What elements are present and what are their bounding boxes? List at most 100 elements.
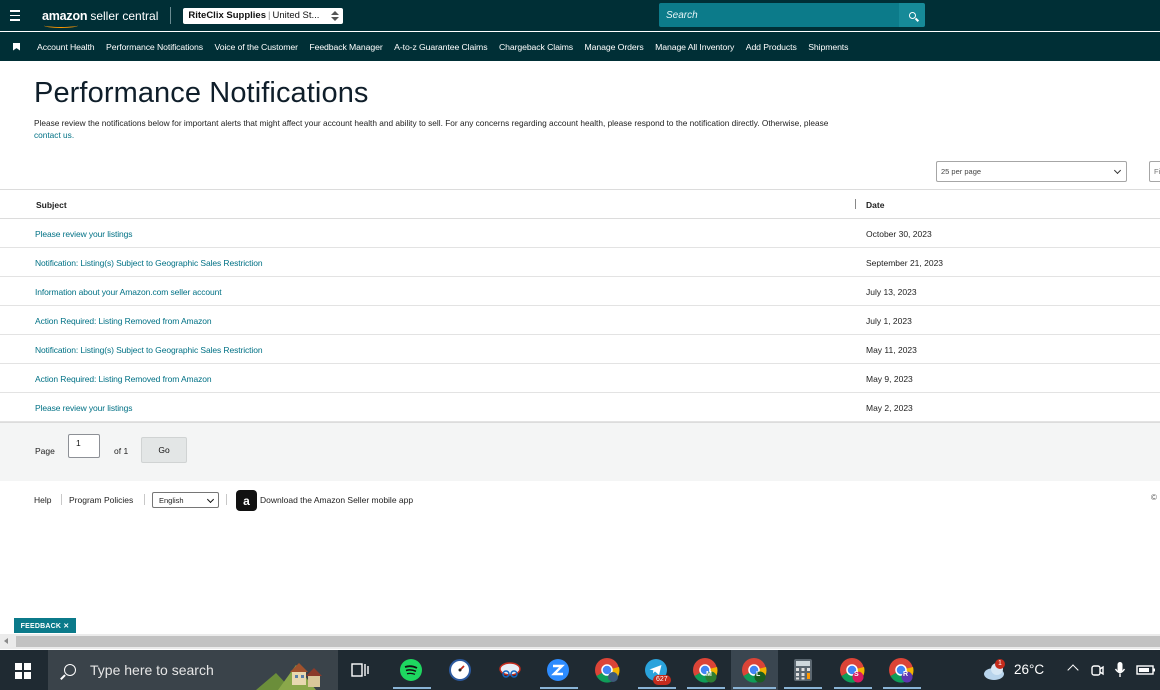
active-app-indicator xyxy=(883,687,921,689)
page-count-label: of 1 xyxy=(114,446,129,456)
notification-subject-link[interactable]: Information about your Amazon.com seller… xyxy=(35,287,222,297)
snipping-tool-icon[interactable] xyxy=(496,656,524,684)
notification-date: May 9, 2023 xyxy=(866,374,913,384)
filter-input[interactable]: Fi xyxy=(1149,161,1160,182)
up-down-arrows-icon xyxy=(331,10,340,22)
zoom-app-icon[interactable] xyxy=(544,656,572,684)
scroll-left-arrow-icon[interactable] xyxy=(4,638,8,644)
active-app-indicator xyxy=(784,687,822,689)
nav-shipments[interactable]: Shipments xyxy=(808,42,848,52)
column-header-date[interactable]: Date xyxy=(866,200,884,210)
column-divider xyxy=(855,199,856,209)
task-view-icon[interactable] xyxy=(346,656,374,684)
unread-count-badge: 627 xyxy=(653,675,671,685)
amazon-app-icon[interactable]: a xyxy=(236,490,257,511)
table-row: Please review your listings October 30, … xyxy=(0,219,1160,248)
notification-subject-link[interactable]: Please review your listings xyxy=(35,229,133,239)
nav-performance-notifications[interactable]: Performance Notifications xyxy=(106,42,203,52)
stopwatch-app-icon[interactable] xyxy=(446,656,474,684)
nav-voice-of-customer[interactable]: Voice of the Customer xyxy=(215,42,298,52)
battery-icon[interactable] xyxy=(1134,656,1158,684)
nav-manage-orders[interactable]: Manage Orders xyxy=(585,42,644,52)
notification-date: May 2, 2023 xyxy=(866,403,913,413)
profile-letter: L xyxy=(756,671,761,678)
footer-divider xyxy=(226,494,227,505)
per-page-select[interactable]: 25 per page xyxy=(936,161,1127,182)
nav-chargeback-claims[interactable]: Chargeback Claims xyxy=(499,42,573,52)
horizontal-scrollbar[interactable] xyxy=(0,634,1160,649)
telegram-icon[interactable]: 627 xyxy=(642,656,671,685)
profile-letter: M xyxy=(706,671,712,678)
bookmark-nav-bar: Account Health Performance Notifications… xyxy=(0,32,1160,61)
calculator-icon[interactable] xyxy=(789,656,817,684)
notification-date: July 13, 2023 xyxy=(866,287,917,297)
temperature-readout[interactable]: 26°C xyxy=(1014,662,1044,677)
footer-divider xyxy=(144,494,145,505)
seller-central-logo[interactable]: amazon seller central xyxy=(42,9,158,28)
search-button[interactable] xyxy=(899,3,925,27)
account-switcher[interactable]: RiteClix Supplies | United St... xyxy=(183,7,344,24)
active-app-indicator xyxy=(687,687,725,689)
chrome-profile-m-icon[interactable]: M xyxy=(691,656,719,684)
active-app-indicator xyxy=(834,687,872,689)
chevron-down-icon xyxy=(1113,166,1122,175)
notification-subject-link[interactable]: Please review your listings xyxy=(35,403,133,413)
table-row: Action Required: Listing Removed from Am… xyxy=(0,364,1160,393)
profile-letter: R xyxy=(903,671,909,678)
copyright-text: © xyxy=(1151,493,1157,502)
profile-letter: S xyxy=(854,671,859,678)
help-link[interactable]: Help xyxy=(34,495,51,505)
hamburger-menu-icon[interactable] xyxy=(0,0,30,31)
show-hidden-icons-chevron-icon[interactable] xyxy=(1067,664,1079,676)
nav-add-products[interactable]: Add Products xyxy=(746,42,797,52)
microphone-icon[interactable] xyxy=(1110,656,1130,684)
chevron-down-icon xyxy=(206,495,215,504)
village-illustration-icon xyxy=(256,663,322,690)
taskbar-search-input[interactable]: Type here to search xyxy=(48,650,338,690)
windows-start-icon[interactable] xyxy=(15,663,31,679)
page-description: Please review the notifications below fo… xyxy=(34,118,829,140)
nav-a-to-z-claims[interactable]: A-to-z Guarantee Claims xyxy=(394,42,487,52)
feedback-button[interactable]: FEEDBACK ✕ xyxy=(14,618,76,633)
table-row: Information about your Amazon.com seller… xyxy=(0,277,1160,306)
notification-subject-link[interactable]: Action Required: Listing Removed from Am… xyxy=(35,374,212,384)
search-input[interactable]: Search xyxy=(659,3,899,27)
meet-now-icon[interactable] xyxy=(1087,656,1107,684)
amazon-smile-icon xyxy=(44,23,78,28)
program-policies-link[interactable]: Program Policies xyxy=(69,495,133,505)
bookmark-icon[interactable] xyxy=(13,42,20,51)
scrollbar-thumb[interactable] xyxy=(16,636,1160,647)
language-select[interactable]: English xyxy=(152,492,219,508)
table-row: Notification: Listing(s) Subject to Geog… xyxy=(0,335,1160,364)
page-footer: Help Program Policies English a Download… xyxy=(0,481,1160,517)
active-app-indicator xyxy=(393,687,431,689)
nav-manage-inventory[interactable]: Manage All Inventory xyxy=(655,42,734,52)
active-app-indicator xyxy=(540,687,578,689)
notification-date: July 1, 2023 xyxy=(866,316,912,326)
chrome-profile-s-icon[interactable]: S xyxy=(838,656,866,684)
download-app-link[interactable]: Download the Amazon Seller mobile app xyxy=(260,495,413,505)
spotify-icon[interactable] xyxy=(397,656,425,684)
chrome-icon[interactable] xyxy=(593,656,621,684)
nav-feedback-manager[interactable]: Feedback Manager xyxy=(309,42,382,52)
top-bar: amazon seller central RiteClix Supplies … xyxy=(0,0,1160,31)
page-number-input[interactable]: 1 xyxy=(68,434,100,458)
nav-account-health[interactable]: Account Health xyxy=(37,42,95,52)
notification-subject-link[interactable]: Notification: Listing(s) Subject to Geog… xyxy=(35,258,263,268)
active-app-indicator xyxy=(733,687,776,689)
notification-subject-link[interactable]: Action Required: Listing Removed from Am… xyxy=(35,316,212,326)
notification-subject-link[interactable]: Notification: Listing(s) Subject to Geog… xyxy=(35,345,263,355)
footer-divider xyxy=(61,494,62,505)
page-label: Page xyxy=(35,446,55,456)
notification-date: May 11, 2023 xyxy=(866,345,917,355)
column-header-subject[interactable]: Subject xyxy=(36,200,67,210)
chrome-profile-r-icon[interactable]: R xyxy=(887,656,915,684)
search-icon xyxy=(908,11,916,19)
table-header: Subject Date xyxy=(0,190,1160,219)
search-icon xyxy=(64,664,76,676)
chrome-profile-l-icon[interactable]: L xyxy=(740,656,768,684)
contact-us-link[interactable]: contact us. xyxy=(34,130,74,140)
notification-date: September 21, 2023 xyxy=(866,258,944,268)
table-row: Please review your listings May 2, 2023 xyxy=(0,393,1160,422)
go-button[interactable]: Go xyxy=(141,437,187,463)
